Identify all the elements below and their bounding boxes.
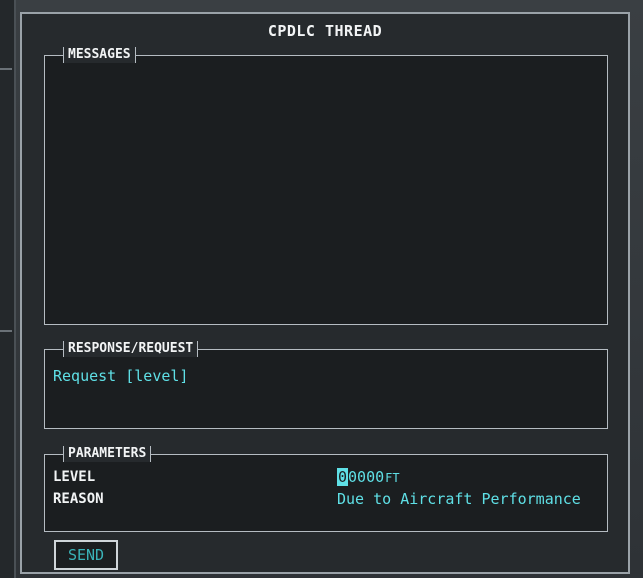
response-request-label: RESPONSE/REQUEST bbox=[63, 341, 199, 357]
send-button[interactable]: SEND bbox=[54, 540, 118, 570]
level-field[interactable]: 00000FT bbox=[337, 468, 400, 486]
level-label: LEVEL bbox=[53, 469, 96, 485]
level-cursor-digit[interactable]: 0 bbox=[337, 468, 349, 486]
parameters-panel: PARAMETERS LEVEL 00000FT REASON Due to A… bbox=[44, 446, 608, 532]
response-request-text[interactable]: Request [level] bbox=[53, 367, 188, 385]
rail-tick bbox=[0, 330, 12, 332]
window-title: CPDLC THREAD bbox=[267, 22, 383, 40]
cpdlc-thread-window: CPDLC THREAD MESSAGES RESPONSE/REQUEST R… bbox=[20, 12, 630, 574]
messages-label: MESSAGES bbox=[63, 47, 136, 63]
response-request-panel[interactable]: RESPONSE/REQUEST Request [level] bbox=[44, 341, 608, 429]
parameters-label: PARAMETERS bbox=[63, 446, 152, 462]
left-rail bbox=[0, 0, 16, 578]
level-value: 0000 bbox=[348, 468, 385, 486]
messages-panel[interactable]: MESSAGES bbox=[44, 47, 608, 325]
rail-tick bbox=[0, 68, 12, 70]
reason-label: REASON bbox=[53, 491, 104, 507]
level-unit: FT bbox=[385, 471, 400, 485]
reason-field[interactable]: Due to Aircraft Performance bbox=[337, 490, 581, 508]
